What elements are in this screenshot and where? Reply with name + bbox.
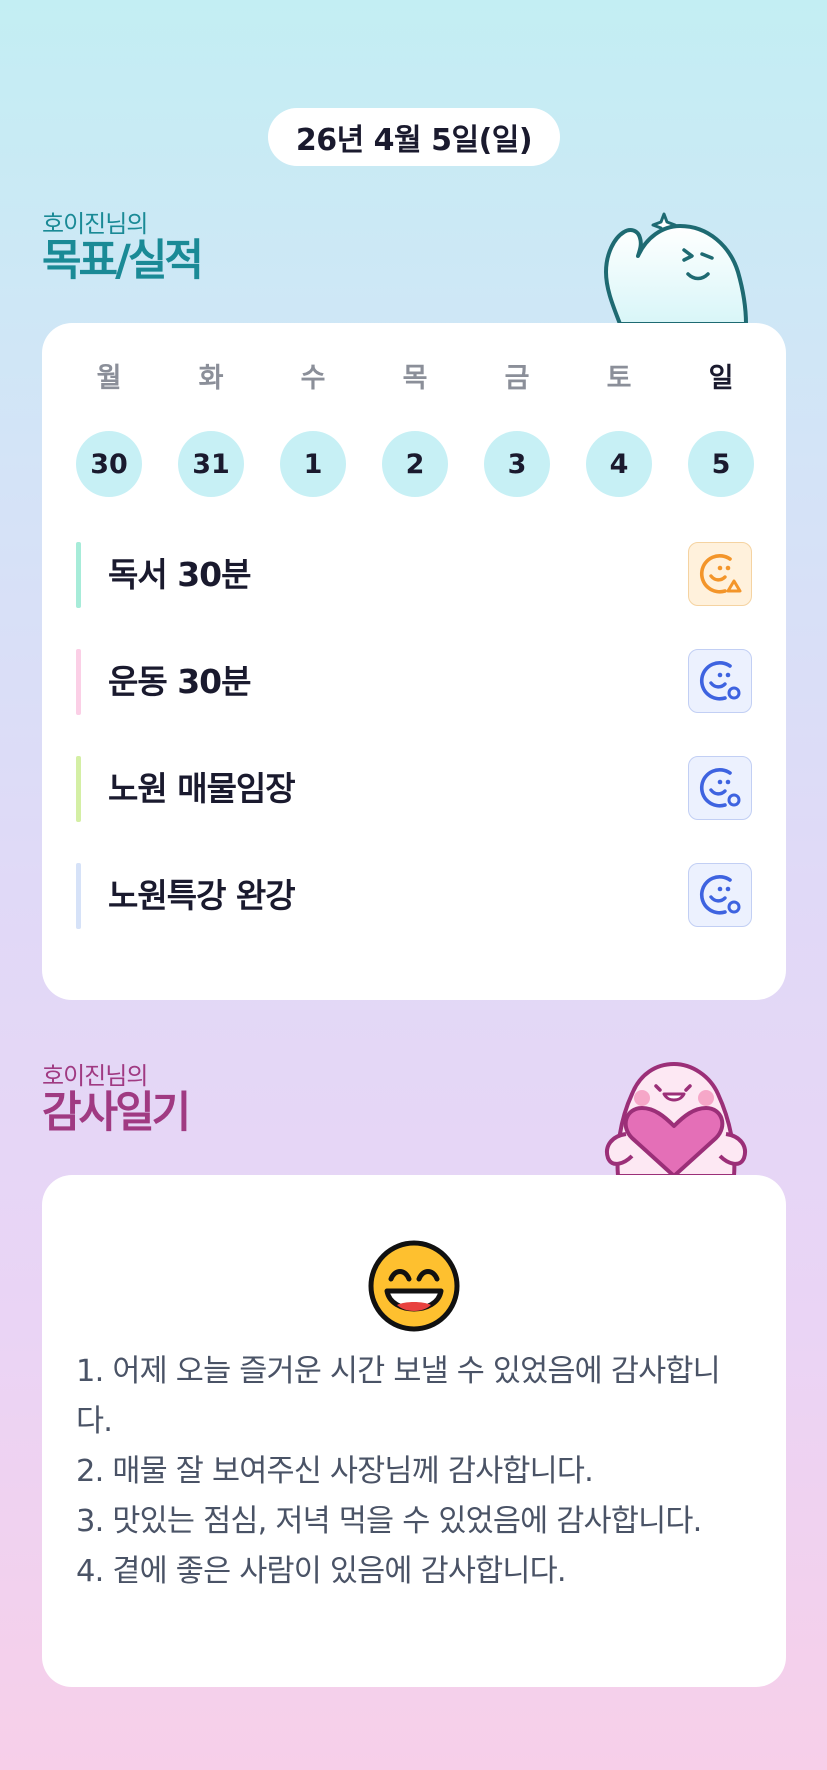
goal-label: 운동 30분 — [108, 662, 251, 701]
goal-color-bar — [76, 542, 81, 608]
day-column-sun[interactable]: 일 5 — [688, 361, 754, 497]
day-name: 토 — [606, 363, 632, 394]
goal-item: 운동 30분 — [76, 649, 752, 715]
grinning-face-icon — [368, 1240, 460, 1332]
gratitude-card: 1. 어제 오늘 즐거운 시간 보낼 수 있었음에 감사합니다. 2. 매물 잘… — [42, 1175, 786, 1687]
day-name: 화 — [198, 363, 224, 394]
gratitude-section-heading: 호이진님의 감사일기 — [42, 1062, 191, 1138]
smile-circle-icon — [699, 874, 741, 915]
heart-mascot-illustration — [605, 1062, 747, 1176]
day-column-thu[interactable]: 목 2 — [382, 361, 448, 497]
date-circle[interactable]: 4 — [586, 431, 652, 497]
goal-color-bar — [76, 756, 81, 822]
goal-section-heading: 호이진님의 목표/실적 — [42, 210, 204, 286]
date-selector[interactable]: 26년 4월 5일(일) — [268, 108, 560, 166]
day-name: 목 — [402, 363, 428, 394]
goal-item: 독서 30분 — [76, 542, 752, 608]
gratitude-entry: 4. 곁에 좋은 사람이 있음에 감사합니다. — [76, 1554, 567, 1589]
goal-section-title: 목표/실적 — [42, 236, 204, 286]
smile-triangle-icon — [699, 553, 742, 594]
day-name: 월 — [96, 363, 122, 394]
goal-item: 노원 매물임장 — [76, 756, 752, 822]
date-circle[interactable]: 31 — [178, 431, 244, 497]
day-column-sat[interactable]: 토 4 — [586, 361, 652, 497]
goal-label: 노원 매물임장 — [108, 769, 296, 808]
day-column-mon[interactable]: 월 30 — [76, 361, 142, 497]
day-name: 수 — [300, 363, 326, 394]
day-name: 금 — [504, 363, 530, 394]
goal-item: 노원특강 완강 — [76, 863, 752, 929]
day-column-tue[interactable]: 화 31 — [178, 361, 244, 497]
gratitude-section-title: 감사일기 — [42, 1088, 191, 1138]
gratitude-section-subtitle: 호이진님의 — [42, 1062, 148, 1090]
date-circle-selected[interactable]: 5 — [688, 431, 754, 497]
goal-status-button[interactable] — [688, 649, 752, 713]
goal-card: 월 30 화 31 수 1 목 2 금 3 토 4 일 5 독서 30분 운동 … — [42, 323, 786, 1000]
date-circle[interactable]: 1 — [280, 431, 346, 497]
goal-label: 독서 30분 — [108, 555, 251, 594]
goal-status-button[interactable] — [688, 863, 752, 927]
goal-status-button[interactable] — [688, 756, 752, 820]
goal-section-subtitle: 호이진님의 — [42, 210, 148, 238]
date-circle[interactable]: 30 — [76, 431, 142, 497]
gratitude-entry: 3. 맛있는 점심, 저녁 먹을 수 있었음에 감사합니다. — [76, 1504, 702, 1539]
gratitude-entry: 2. 매물 잘 보여주신 사장님께 감사합니다. — [76, 1454, 594, 1489]
day-name-selected: 일 — [708, 363, 734, 394]
goal-color-bar — [76, 649, 81, 715]
goal-label: 노원특강 완강 — [108, 876, 296, 915]
smile-circle-icon — [699, 660, 741, 701]
gratitude-entry: 1. 어제 오늘 즐거운 시간 보낼 수 있었음에 감사합니다. — [76, 1354, 721, 1439]
goal-color-bar — [76, 863, 81, 929]
day-column-wed[interactable]: 수 1 — [280, 361, 346, 497]
day-column-fri[interactable]: 금 3 — [484, 361, 550, 497]
smile-circle-icon — [699, 767, 741, 808]
date-circle[interactable]: 2 — [382, 431, 448, 497]
date-circle[interactable]: 3 — [484, 431, 550, 497]
goal-status-button[interactable] — [688, 542, 752, 606]
gratitude-entries[interactable]: 1. 어제 오늘 즐거운 시간 보낼 수 있었음에 감사합니다. 2. 매물 잘… — [76, 1347, 752, 1597]
waving-mascot-illustration — [604, 212, 748, 326]
